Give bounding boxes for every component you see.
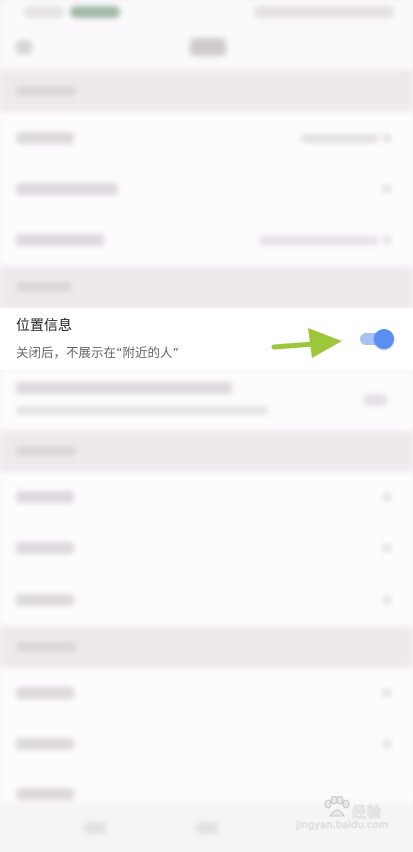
status-icons	[254, 6, 394, 18]
nav-bar	[0, 26, 413, 70]
settings-row[interactable]	[0, 574, 413, 626]
toggle-knob	[374, 329, 394, 349]
location-setting-subtitle: 关闭后，不展示在“附近的人”	[16, 345, 179, 360]
baidu-paw-icon	[324, 796, 350, 817]
settings-row[interactable]	[0, 370, 413, 430]
settings-row[interactable]	[0, 472, 413, 522]
settings-row[interactable]	[0, 214, 413, 266]
status-indicator	[70, 6, 120, 18]
watermark: 经验 jingyan.baidu.com	[296, 796, 392, 836]
page-title	[190, 38, 226, 56]
location-setting-row[interactable]: 位置信息 关闭后，不展示在“附近的人”	[0, 308, 413, 370]
section-header	[0, 430, 413, 472]
location-setting-title: 位置信息	[16, 318, 72, 334]
settings-row[interactable]	[0, 718, 413, 770]
annotation-arrow-icon	[271, 328, 342, 358]
settings-row[interactable]	[0, 112, 413, 164]
status-bar	[0, 0, 413, 26]
nav-icon[interactable]	[84, 822, 106, 834]
watermark-brand: 经验	[352, 805, 382, 821]
section-header	[0, 266, 413, 308]
section-header	[0, 626, 413, 668]
back-icon[interactable]	[16, 40, 32, 54]
section-header	[0, 70, 413, 112]
location-toggle[interactable]	[360, 329, 394, 349]
blurred-background	[0, 0, 413, 852]
settings-row[interactable]	[0, 164, 413, 214]
watermark-url: jingyan.baidu.com	[296, 820, 389, 831]
nav-icon[interactable]	[196, 822, 218, 834]
settings-row[interactable]	[0, 522, 413, 574]
settings-row[interactable]	[0, 668, 413, 718]
status-time	[24, 6, 64, 18]
